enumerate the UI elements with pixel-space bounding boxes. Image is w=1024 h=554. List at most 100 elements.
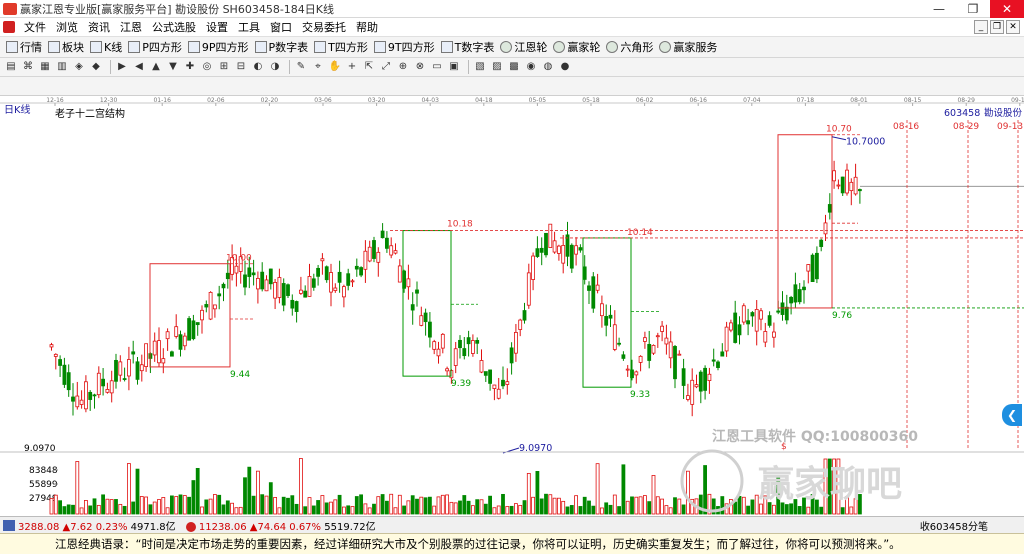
toolbar-item-6[interactable]: T四方形 — [314, 39, 368, 55]
draw-tool-icon-14[interactable]: ◐ — [251, 60, 265, 74]
menu-file[interactable]: 文件 — [19, 18, 51, 37]
sz-index[interactable]: 11238.06 ▲74.64 0.67% 5519.72亿 — [185, 518, 376, 533]
draw-tool-icon-27[interactable]: ▨ — [490, 60, 504, 74]
candle-body — [255, 277, 260, 290]
draw-tool-icon-18[interactable]: ✋ — [328, 60, 342, 74]
toolbar-item-0[interactable]: 行情 — [6, 39, 42, 55]
period-label: 日K线 — [4, 103, 31, 116]
toolbar-item-11[interactable]: 六角形 — [606, 39, 653, 55]
candle-body — [819, 239, 824, 247]
menu-app-icon — [3, 21, 15, 33]
draw-tool-icon-11[interactable]: ◎ — [200, 60, 214, 74]
draw-tool-icon-28[interactable]: ▩ — [507, 60, 521, 74]
toolbar-item-12[interactable]: 赢家服务 — [659, 39, 717, 55]
price-label-1070: 10.70 — [826, 125, 852, 135]
side-expand-button[interactable]: ❮ — [1002, 404, 1022, 426]
draw-tool-icon-1[interactable]: ⌘ — [21, 60, 35, 74]
candle-body — [574, 245, 578, 255]
draw-tool-icon-3[interactable]: ▥ — [55, 60, 69, 74]
structure-box-3 — [582, 237, 632, 388]
draw-tool-icon-12[interactable]: ⊞ — [217, 60, 231, 74]
kline-chart[interactable]: 12-16 12-30 01-16 02-06 02-20 03-06 03-20 04-03… — [0, 96, 1024, 516]
toolbar-item-2[interactable]: K线 — [90, 39, 122, 55]
candle-body — [621, 354, 626, 359]
date-tick-label: 08-01 — [850, 97, 868, 104]
menu-settings[interactable]: 设置 — [201, 18, 233, 37]
menu-formula[interactable]: 公式选股 — [147, 18, 201, 37]
draw-tool-icon-30[interactable]: ◍ — [541, 60, 555, 74]
draw-tool-icon-0[interactable]: ▤ — [4, 60, 18, 74]
draw-tool-icon-25[interactable]: ▣ — [447, 60, 461, 74]
menu-browse[interactable]: 浏览 — [51, 18, 83, 37]
minimize-button[interactable]: — — [922, 0, 956, 18]
menu-trade[interactable]: 交易委托 — [297, 18, 351, 37]
toolbar-item-9[interactable]: 江恩轮 — [500, 39, 547, 55]
dollar-icon — [659, 41, 672, 53]
draw-tool-icon-26[interactable]: ▧ — [473, 60, 487, 74]
draw-tool-icon-20[interactable]: ⇱ — [362, 60, 376, 74]
candle-body — [698, 371, 703, 392]
draw-tool-icon-2[interactable]: ▦ — [38, 60, 52, 74]
toolbar-item-5[interactable]: P数字表 — [254, 39, 308, 55]
draw-tool-icon-23[interactable]: ⊗ — [413, 60, 427, 74]
draw-tool-icon-31[interactable]: ● — [558, 60, 572, 74]
mdi-minimize-button[interactable]: _ — [974, 20, 988, 34]
draw-tool-icon-10[interactable]: ✚ — [183, 60, 197, 74]
draw-tool-icon-9[interactable]: ▼ — [166, 60, 180, 74]
draw-tool-icon-5[interactable]: ◆ — [89, 60, 103, 74]
volume-bar — [784, 504, 789, 515]
volume-bar — [720, 496, 725, 515]
draw-tool-icon-15[interactable]: ◑ — [268, 60, 282, 74]
toolbar-item-3[interactable]: P四方形 — [128, 39, 182, 55]
draw-tool-icon-22[interactable]: ⊕ — [396, 60, 410, 74]
close-button[interactable]: ✕ — [990, 0, 1024, 18]
maximize-button[interactable]: ❐ — [956, 0, 990, 18]
draw-tool-icon-21[interactable]: ⤢ — [379, 60, 393, 74]
volume-bar — [380, 494, 385, 515]
menu-tools[interactable]: 工具 — [233, 18, 265, 37]
volume-bar — [406, 500, 411, 515]
candle-body — [96, 372, 101, 396]
volume-bar — [281, 496, 286, 515]
candle-body — [591, 276, 596, 309]
toolbar-item-7[interactable]: 9T四方形 — [373, 39, 435, 55]
volume-bar — [92, 498, 97, 515]
volume-bar — [311, 505, 316, 515]
draw-tool-icon-29[interactable]: ◉ — [524, 60, 538, 74]
volume-bar — [243, 477, 247, 515]
toolbar-item-4[interactable]: 9P四方形 — [187, 39, 249, 55]
draw-tool-icon-8[interactable]: ▲ — [149, 60, 163, 74]
toolbar-item-1[interactable]: 板块 — [48, 39, 84, 55]
volume-bar — [161, 497, 166, 515]
mdi-restore-button[interactable]: ❐ — [990, 20, 1004, 34]
menu-info[interactable]: 资讯 — [83, 18, 115, 37]
menu-gann[interactable]: 江恩 — [115, 18, 147, 37]
chart-canvas[interactable]: 12-16 12-30 01-16 02-06 02-20 03-06 03-20 04-03… — [0, 96, 1024, 516]
sh-index[interactable]: 3288.08 ▲7.62 0.23% 4971.8亿 — [18, 518, 176, 533]
candle-body — [62, 364, 67, 385]
draw-tool-icon-7[interactable]: ◀ — [132, 60, 146, 74]
draw-tool-icon-24[interactable]: ▭ — [430, 60, 444, 74]
volume-bar — [746, 505, 750, 515]
volume-bar — [522, 500, 527, 515]
mdi-close-button[interactable]: ✕ — [1006, 20, 1020, 34]
toolbar-item-10[interactable]: 赢家轮 — [553, 39, 600, 55]
menu-help[interactable]: 帮助 — [351, 18, 383, 37]
future-date-label: 08-29 — [953, 122, 979, 132]
draw-tool-icon-17[interactable]: ⌖ — [311, 60, 325, 74]
volume-bar — [651, 475, 656, 515]
draw-tool-icon-13[interactable]: ⊟ — [234, 60, 248, 74]
window-controls: — ❐ ✕ — [922, 0, 1024, 18]
volume-bar — [419, 496, 424, 515]
draw-tool-icon-16[interactable]: ✎ — [294, 60, 308, 74]
price-label-939: 9.39 — [451, 379, 471, 389]
tick-data-label[interactable]: 收603458分笔 — [920, 518, 988, 533]
draw-tool-icon-6[interactable]: ▶ — [115, 60, 129, 74]
volume-bar — [759, 503, 763, 515]
toolbar-item-8[interactable]: T数字表 — [440, 39, 494, 55]
draw-tool-icon-19[interactable]: + — [345, 60, 359, 74]
candle-body — [479, 360, 484, 373]
menu-window[interactable]: 窗口 — [265, 18, 297, 37]
candle-body — [686, 395, 690, 400]
draw-tool-icon-4[interactable]: ◈ — [72, 60, 86, 74]
